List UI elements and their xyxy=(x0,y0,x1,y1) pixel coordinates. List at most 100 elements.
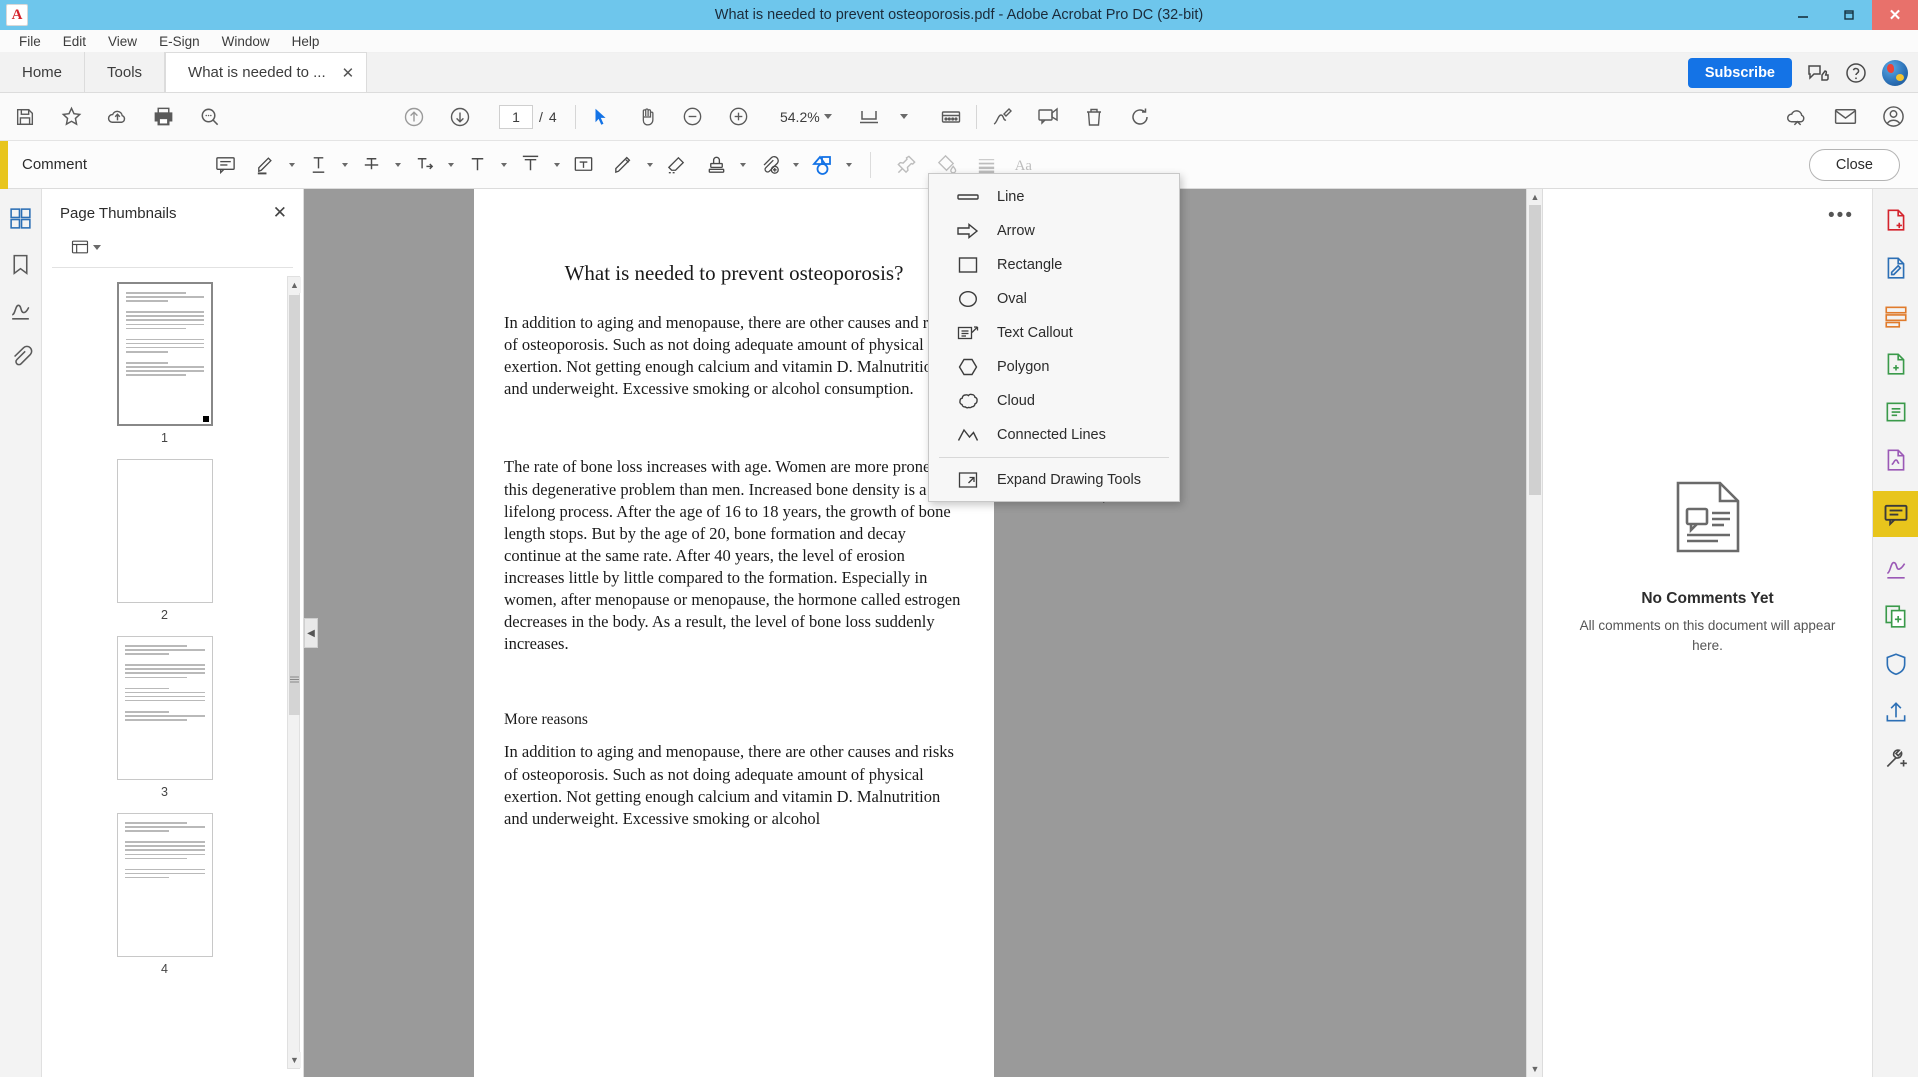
account-person-icon[interactable] xyxy=(1878,102,1908,132)
subscribe-button[interactable]: Subscribe xyxy=(1687,58,1792,88)
insert-text-icon[interactable] xyxy=(407,148,441,182)
organize-pages-icon[interactable] xyxy=(1879,299,1913,333)
combine-files-icon[interactable] xyxy=(1879,599,1913,633)
text-box-icon[interactable] xyxy=(566,148,600,182)
scroll-down-icon[interactable]: ▼ xyxy=(288,1052,301,1068)
bookmarks-icon[interactable] xyxy=(6,249,36,279)
compress-pdf-icon[interactable] xyxy=(1879,395,1913,429)
zoom-in-icon[interactable] xyxy=(724,102,754,132)
menu-item-cloud[interactable]: Cloud xyxy=(929,384,1179,418)
maximize-restore-button[interactable] xyxy=(1826,0,1872,30)
scroll-down-icon[interactable]: ▼ xyxy=(1527,1061,1542,1077)
menu-item-arrow[interactable]: Arrow xyxy=(929,214,1179,248)
thumbnail-page-4[interactable] xyxy=(116,813,213,957)
list-item[interactable]: 4 xyxy=(42,813,303,976)
underline-chevron-icon[interactable] xyxy=(342,162,348,167)
menu-item-window[interactable]: Window xyxy=(211,30,281,53)
replace-text-icon[interactable] xyxy=(460,148,494,182)
next-page-icon[interactable] xyxy=(445,102,475,132)
chevron-down-icon[interactable] xyxy=(93,244,101,250)
cloud-sync-icon[interactable] xyxy=(1782,102,1812,132)
menu-item-help[interactable]: Help xyxy=(281,30,331,53)
star-favorite-icon[interactable] xyxy=(56,102,86,132)
menu-item-oval[interactable]: Oval xyxy=(929,282,1179,316)
menu-item-text-callout[interactable]: Text Callout xyxy=(929,316,1179,350)
user-avatar-icon[interactable] xyxy=(1882,60,1908,86)
thumbnails-scrollbar[interactable]: ▲ ▼ xyxy=(287,276,301,1069)
document-scrollbar[interactable]: ▲ ▼ xyxy=(1526,189,1542,1077)
underline-text-icon[interactable] xyxy=(301,148,335,182)
collapse-left-panel-button[interactable]: ◀ xyxy=(304,618,318,648)
delete-trash-icon[interactable] xyxy=(1079,102,1109,132)
menu-item-file[interactable]: File xyxy=(8,30,52,53)
list-item[interactable]: 3 xyxy=(42,636,303,799)
stamp-comment-icon[interactable] xyxy=(1033,102,1063,132)
add-text-comment-icon[interactable] xyxy=(513,148,547,182)
tab-tools[interactable]: Tools xyxy=(85,52,166,92)
help-question-icon[interactable] xyxy=(1844,61,1868,85)
email-icon[interactable] xyxy=(1830,102,1860,132)
rotate-icon[interactable] xyxy=(1125,102,1155,132)
draw-chevron-icon[interactable] xyxy=(647,162,653,167)
replace-text-chevron-icon[interactable] xyxy=(501,162,507,167)
eraser-icon[interactable] xyxy=(659,148,693,182)
zoom-out-icon[interactable] xyxy=(678,102,708,132)
page-thumbnails-icon[interactable] xyxy=(6,203,36,233)
share-thumbsup-icon[interactable] xyxy=(1806,61,1830,85)
comments-more-options-icon[interactable]: ••• xyxy=(1828,205,1854,227)
attach-chevron-icon[interactable] xyxy=(793,162,799,167)
menu-item-view[interactable]: View xyxy=(97,30,148,53)
drawing-tools-icon[interactable] xyxy=(805,148,839,182)
scrollbar-thumb[interactable] xyxy=(289,295,300,715)
attachments-icon[interactable] xyxy=(6,341,36,371)
protect-icon[interactable] xyxy=(1879,647,1913,681)
thumbnail-page-1[interactable] xyxy=(116,282,213,426)
stamp-chevron-icon[interactable] xyxy=(740,162,746,167)
previous-page-icon[interactable] xyxy=(399,102,429,132)
menu-item-connected-lines[interactable]: Connected Lines xyxy=(929,418,1179,452)
strikethrough-text-icon[interactable] xyxy=(354,148,388,182)
close-window-button[interactable]: ✕ xyxy=(1872,0,1918,30)
fit-page-icon[interactable] xyxy=(854,102,884,132)
sign-icon[interactable] xyxy=(987,102,1017,132)
drawing-tools-dropdown-menu[interactable]: Line Arrow Rectangle Oval Text Callout P… xyxy=(928,173,1180,502)
chevron-down-icon[interactable] xyxy=(823,114,832,119)
close-comment-toolbar-button[interactable]: Close xyxy=(1808,148,1900,181)
close-icon[interactable]: ✕ xyxy=(338,64,359,82)
menu-item-rectangle[interactable]: Rectangle xyxy=(929,248,1179,282)
menu-item-polygon[interactable]: Polygon xyxy=(929,350,1179,384)
list-item[interactable]: 1 xyxy=(42,282,303,445)
minimize-button[interactable] xyxy=(1780,0,1826,30)
thumbnail-selection-handle[interactable] xyxy=(202,416,209,422)
create-pdf-icon[interactable] xyxy=(1879,347,1913,381)
edit-pdf-icon[interactable] xyxy=(1879,251,1913,285)
export-pdf-icon[interactable] xyxy=(1879,203,1913,237)
scrollbar-grip-icon[interactable] xyxy=(288,673,301,687)
menu-item-edit[interactable]: Edit xyxy=(52,30,97,53)
comment-icon[interactable] xyxy=(1872,491,1918,537)
stamp-icon[interactable] xyxy=(699,148,733,182)
strikethrough-chevron-icon[interactable] xyxy=(395,162,401,167)
signatures-icon[interactable] xyxy=(6,295,36,325)
thumbnail-page-2[interactable] xyxy=(116,459,213,603)
menu-item-esign[interactable]: E-Sign xyxy=(148,30,211,53)
list-options-icon[interactable] xyxy=(70,237,101,257)
tab-document[interactable]: What is needed to ... ✕ xyxy=(165,52,368,92)
scrollbar-thumb[interactable] xyxy=(1529,205,1541,495)
sign-document-icon[interactable] xyxy=(1879,551,1913,585)
insert-text-chevron-icon[interactable] xyxy=(448,162,454,167)
more-tools-icon[interactable] xyxy=(1879,743,1913,777)
hand-pan-icon[interactable] xyxy=(632,102,662,132)
highlight-pen-icon[interactable] xyxy=(248,148,282,182)
draw-freehand-icon[interactable] xyxy=(606,148,640,182)
drawing-tools-chevron-icon[interactable] xyxy=(846,162,852,167)
fit-page-chevron-icon[interactable] xyxy=(899,114,908,119)
upload-cloud-icon[interactable] xyxy=(102,102,132,132)
tab-home[interactable]: Home xyxy=(0,52,86,92)
add-text-chevron-icon[interactable] xyxy=(554,162,560,167)
thumbnails-list[interactable]: 1 2 3 4 ▲ ▼ xyxy=(42,268,303,1077)
read-mode-icon[interactable] xyxy=(936,102,966,132)
sticky-note-icon[interactable] xyxy=(208,148,242,182)
list-item[interactable]: 2 xyxy=(42,459,303,622)
zoom-control[interactable]: 54.2% xyxy=(776,109,832,125)
